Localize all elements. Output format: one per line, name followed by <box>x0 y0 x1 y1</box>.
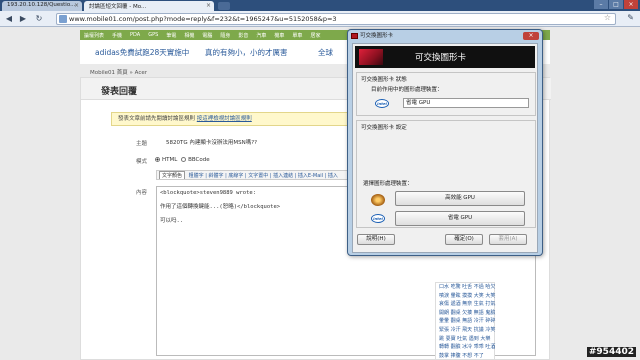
emoticon-row[interactable]: 緊張 冷汗 飛天 抗議 冷笑 <box>436 326 495 335</box>
mode-html-label: HTML <box>162 157 178 163</box>
mode-bbcode-radio[interactable] <box>181 157 187 162</box>
tab-title: 193.20.10.128/Questio... <box>7 2 76 8</box>
emoticon-row[interactable]: 哀傷 遞酒 無奈 生氣 打氣 <box>436 300 495 309</box>
help-button[interactable]: 說明(H) <box>357 234 395 245</box>
minimize-button[interactable]: – <box>594 0 608 9</box>
site-nav-item[interactable]: 單車 <box>288 30 306 40</box>
forward-icon[interactable]: ▶ <box>18 14 28 24</box>
tab-strip: 193.20.10.128/Questio... × 討論區短文回覆 - Mo.… <box>0 0 640 11</box>
ad-link[interactable]: adidas免費試跑28天實施中 <box>95 47 189 58</box>
settings-group-title: 可交換圖形卡 設定 <box>361 125 407 131</box>
wrench-icon[interactable]: ✎ <box>627 13 634 22</box>
page-title: 發表回覆 <box>101 87 138 97</box>
settings-group: 可交換圖形卡 設定 選擇圖形處理裝置： 高效能 GPU intel 省電 GPU <box>356 120 536 228</box>
tab-title: 討論區短文回覆 - Mo... <box>89 4 147 10</box>
select-gpu-label: 選擇圖形處理裝置： <box>363 181 413 187</box>
site-nav-item[interactable]: 隨身 <box>216 30 234 40</box>
amd-logo-icon <box>359 49 383 65</box>
reload-icon[interactable]: ↻ <box>34 14 44 24</box>
status-group-title: 可交換圖形卡 狀態 <box>361 77 407 83</box>
site-nav-item[interactable]: 手機 <box>108 30 126 40</box>
dialog-close-button[interactable]: × <box>523 32 539 40</box>
tab-close-icon[interactable]: × <box>206 2 211 9</box>
notice-text: 發表文章前請先閱讀討論區規則 <box>118 116 196 122</box>
high-performance-gpu-button[interactable]: 高效能 GPU <box>395 191 525 206</box>
site-nav-item[interactable]: 機車 <box>270 30 288 40</box>
dialog-body: 可交換圖形卡 可交換圖形卡 狀態 目前作用中的圖形處理裝置： intel 省電 … <box>352 43 538 253</box>
url-text: www.mobile01.com/post.php?mode=reply&f=2… <box>69 15 337 23</box>
maximize-button[interactable]: □ <box>609 0 623 9</box>
page-icon <box>59 15 67 23</box>
intel-logo-icon: intel <box>375 99 389 108</box>
dialog-banner: 可交換圖形卡 <box>355 46 535 68</box>
switchable-graphics-dialog: 可交換圖形卡 × 可交換圖形卡 可交換圖形卡 狀態 目前作用中的圖形處理裝置： … <box>347 29 543 256</box>
emoticon-list: 口水 吃驚 吐舌 不過 哈欠 噴淚 暈眩 摸摸 大笑 大笑 哀傷 遞酒 無奈 生… <box>435 282 495 360</box>
emoticon-row[interactable]: 暈暈 翻桌 無語 冷汗 碎碎 <box>436 317 495 326</box>
mode-options: HTML BBCode <box>153 157 210 163</box>
site-nav-item[interactable]: 居家 <box>306 30 324 40</box>
app-icon <box>351 33 358 39</box>
dialog-titlebar[interactable]: 可交換圖形卡 × <box>348 30 542 42</box>
site-nav-item[interactable]: 汽車 <box>252 30 270 40</box>
site-nav-item[interactable]: 相機 <box>180 30 198 40</box>
bookmark-star-icon[interactable]: ☆ <box>604 14 611 23</box>
new-tab-button[interactable] <box>218 2 230 10</box>
intel-logo-icon: intel <box>371 214 385 223</box>
banner-title: 可交換圖形卡 <box>415 53 467 63</box>
emoticon-row[interactable]: 口水 吃驚 吐舌 不過 哈欠 <box>436 283 495 292</box>
address-bar[interactable]: www.mobile01.com/post.php?mode=reply&f=2… <box>56 13 616 25</box>
content-label: 內容 <box>136 190 148 196</box>
emoticon-row[interactable]: 轉轉 翻臉 冰冷 乖乖 吐酒 <box>436 343 495 352</box>
site-nav-item[interactable]: 影音 <box>234 30 252 40</box>
current-gpu-field: 省電 GPU <box>403 98 529 108</box>
ok-button[interactable]: 確定(O) <box>445 234 483 245</box>
editor-toolbar-links[interactable]: 粗體字 | 斜體字 | 底線字 | 文字置中 | 插入連結 | 插入E-Mail… <box>189 173 338 179</box>
power-saving-gpu-button[interactable]: 省電 GPU <box>395 211 525 226</box>
site-nav-item[interactable]: 電腦 <box>198 30 216 40</box>
site-nav-item[interactable]: GPS <box>144 30 162 40</box>
window-controls: – □ × <box>594 0 638 10</box>
ad-link[interactable]: 真的有夠小，小的才厲害 <box>205 47 288 58</box>
close-window-button[interactable]: × <box>624 0 638 9</box>
breadcrumb[interactable]: Mobile01 首頁 » Acer <box>90 68 147 76</box>
mode-bbcode-label: BBCode <box>188 157 210 163</box>
browser-toolbar: ◀ ▶ ↻ www.mobile01.com/post.php?mode=rep… <box>0 11 640 27</box>
web-page: 論壇列表 手機 PDA GPS 筆電 相機 電腦 隨身 影音 汽車 機車 單車 … <box>0 27 640 360</box>
browser-tab-1[interactable]: 193.20.10.128/Questio... × <box>2 1 82 11</box>
site-nav-item[interactable]: 論壇列表 <box>80 30 108 40</box>
rules-link[interactable]: 按這裡檢視討論區規則 <box>197 116 252 122</box>
subject-label: 主題 <box>136 141 148 147</box>
browser-tab-2[interactable]: 討論區短文回覆 - Mo... × <box>84 1 214 11</box>
emoticon-row[interactable]: 噴淚 暈眩 摸摸 大笑 大笑 <box>436 292 495 301</box>
emoticon-row[interactable]: 跳 耍寶 吐氣 遇到 大樂 <box>436 335 494 344</box>
status-group: 可交換圖形卡 狀態 目前作用中的圖形處理裝置： intel 省電 GPU <box>356 72 536 116</box>
apply-button[interactable]: 套用(A) <box>489 234 527 245</box>
tab-close-icon[interactable]: × <box>74 2 79 9</box>
site-nav-item[interactable]: PDA <box>126 30 144 40</box>
ad-link[interactable]: 全球 <box>318 47 333 58</box>
emoticon-row[interactable]: 鼓掌 捧腹 不想 不了 <box>436 352 494 360</box>
subject-field[interactable]: 5820TG 內建顯卡沒辦法用MSN嗎?? <box>166 138 366 146</box>
dialog-title: 可交換圖形卡 <box>360 33 394 39</box>
mode-label: 模式 <box>136 159 148 165</box>
site-nav-item[interactable]: 筆電 <box>162 30 180 40</box>
back-icon[interactable]: ◀ <box>4 14 14 24</box>
image-watermark: #954402 <box>586 347 636 357</box>
mode-html-radio[interactable] <box>155 157 160 162</box>
performance-gpu-icon <box>371 194 385 206</box>
current-gpu-label: 目前作用中的圖形處理裝置： <box>371 87 443 93</box>
emoticon-row[interactable]: 開朗 翻桌 欠揍 無語 鬼臉 <box>436 309 495 318</box>
text-color-select[interactable]: 文字顏色 <box>159 171 186 179</box>
